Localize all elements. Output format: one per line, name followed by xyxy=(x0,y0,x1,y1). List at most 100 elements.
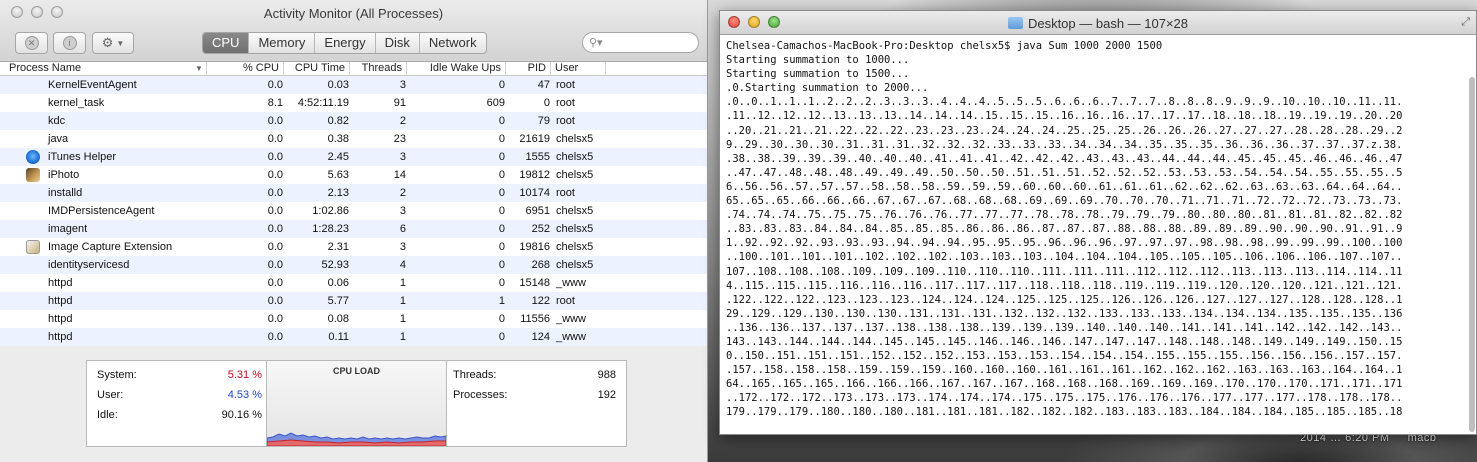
cell-threads: 1 xyxy=(399,295,406,307)
cell-user: chelsx5 xyxy=(556,151,594,163)
stat-threads-label: Threads: xyxy=(453,369,497,381)
column-pid[interactable]: PID xyxy=(506,62,551,76)
cell-pid: 122 xyxy=(531,295,550,307)
cell-pid: 124 xyxy=(531,331,550,343)
column-threads[interactable]: Threads xyxy=(350,62,407,76)
table-row[interactable]: httpd 0.0 0.06 1 0 15148 _www xyxy=(0,274,707,292)
table-row[interactable]: kernel_task 8.1 4:52:11.19 91 609 0 root xyxy=(0,94,707,112)
terminal-output[interactable]: Chelsea-Camachos-MacBook-Pro:Desktop che… xyxy=(726,39,1468,434)
stat-user: User: 4.53 % xyxy=(97,386,262,404)
activity-monitor-window: Activity Monitor (All Processes) ✕ i ⚙ ▼ … xyxy=(0,0,708,462)
table-row[interactable]: IMDPersistenceAgent 0.0 1:02.86 3 0 6951 chels… xyxy=(0,202,707,220)
cell-process-name: kdc xyxy=(48,115,66,127)
cell-process-name: installd xyxy=(48,187,83,199)
cell-process-name: iPhoto xyxy=(48,169,80,181)
table-row[interactable]: iTunes Helper 0.0 2.45 3 0 1555 chelsx5 xyxy=(0,148,707,166)
chevron-down-icon: ▼ xyxy=(116,38,125,48)
scrollbar-thumb[interactable] xyxy=(1469,77,1475,432)
cell-process-name: Image Capture Extension xyxy=(48,241,173,253)
cell-cpu-percent: 0.0 xyxy=(267,169,283,181)
stat-user-value: 4.53 % xyxy=(227,389,262,401)
cell-cpu-time: 2.31 xyxy=(327,241,349,253)
cell-cpu-percent: 0.0 xyxy=(267,79,283,91)
terminal-line: ..47..47..48..48..48..49..49..49..50..50… xyxy=(726,166,1403,179)
table-row[interactable]: httpd 0.0 5.77 1 1 122 root xyxy=(0,292,707,310)
search-input[interactable] xyxy=(605,36,690,49)
cpu-stats-box: System: 5.31 % User: 4.53 % Idle: 90.16 … xyxy=(86,360,627,447)
terminal-line: ..100..101..101..101..102..102..102..103… xyxy=(726,251,1403,264)
table-row[interactable]: installd 0.0 2.13 2 0 10174 root xyxy=(0,184,707,202)
stat-processes: Processes: 192 xyxy=(453,386,616,404)
column-user[interactable]: User xyxy=(551,62,606,76)
folder-icon xyxy=(1007,17,1023,29)
cell-threads: 3 xyxy=(399,79,406,91)
search-field[interactable]: ⚲▾ xyxy=(582,32,699,53)
cell-cpu-percent: 0.0 xyxy=(267,133,283,145)
cpu-load-chart xyxy=(267,432,446,446)
terminal-line: 6..56..56..57..57..57..58..58..58..59..5… xyxy=(726,180,1403,193)
cell-idle-wake-ups: 0 xyxy=(498,169,505,181)
cell-cpu-time: 5.63 xyxy=(327,169,349,181)
cell-cpu-time: 4:52:11.19 xyxy=(297,97,349,109)
tab-memory[interactable]: Memory xyxy=(248,33,314,53)
cell-threads: 2 xyxy=(399,115,406,127)
terminal-scrollbar[interactable] xyxy=(1468,38,1475,432)
cell-idle-wake-ups: 0 xyxy=(498,79,505,91)
imagecap-app-icon xyxy=(26,240,40,254)
table-row[interactable]: httpd 0.0 0.08 1 0 11556 _www xyxy=(0,310,707,328)
itunes-app-icon xyxy=(26,150,40,164)
table-row[interactable]: imagent 0.0 1:28.23 6 0 252 chelsx5 xyxy=(0,220,707,238)
cell-cpu-time: 2.13 xyxy=(327,187,349,199)
column-process-name[interactable]: Process Name ▼ xyxy=(5,62,207,76)
terminal-line: 9..29..30..30..30..31..31..31..32..32..3… xyxy=(726,138,1403,151)
view-tabs: CPU Memory Energy Disk Network xyxy=(202,32,487,54)
table-row[interactable]: Image Capture Extension 0.0 2.31 3 0 19816 che… xyxy=(0,238,707,256)
table-row[interactable]: java 0.0 0.38 23 0 21619 chelsx5 xyxy=(0,130,707,148)
terminal-titlebar: Desktop — bash — 107×28 ⤢ xyxy=(720,11,1476,35)
cell-user: chelsx5 xyxy=(556,169,594,181)
cell-pid: 6951 xyxy=(525,205,550,217)
terminal-line: ..172..172..172..173..173..173..174..174… xyxy=(726,392,1403,405)
cell-idle-wake-ups: 0 xyxy=(498,115,505,127)
cell-cpu-percent: 0.0 xyxy=(267,187,283,199)
cell-idle-wake-ups: 0 xyxy=(498,205,505,217)
terminal-line: .11..12..12..12..13..13..13..14..14..14.… xyxy=(726,110,1403,123)
inspect-process-button[interactable]: i xyxy=(53,32,86,54)
table-row[interactable]: identityservicesd 0.0 52.93 4 0 268 chelsx5 xyxy=(0,256,707,274)
stat-threads-value: 988 xyxy=(597,369,616,381)
stat-user-label: User: xyxy=(97,389,124,401)
cell-idle-wake-ups: 0 xyxy=(498,259,505,271)
table-row[interactable]: KernelEventAgent 0.0 0.03 3 0 47 root xyxy=(0,76,707,94)
column-cpu-percent[interactable]: % CPU xyxy=(207,62,284,76)
quit-process-button[interactable]: ✕ xyxy=(15,32,48,54)
tab-network[interactable]: Network xyxy=(418,33,486,53)
tab-cpu[interactable]: CPU xyxy=(203,33,249,53)
action-menu-button[interactable]: ⚙ ▼ xyxy=(92,32,134,54)
table-row[interactable]: httpd 0.0 0.11 1 0 124 _www xyxy=(0,328,707,346)
terminal-line: Chelsea-Camachos-MacBook-Pro:Desktop che… xyxy=(726,40,1163,52)
tab-energy[interactable]: Energy xyxy=(314,33,374,53)
cell-threads: 14 xyxy=(393,169,406,181)
terminal-line: .122..122..122..123..123..123..124..124.… xyxy=(726,293,1403,306)
cell-user: chelsx5 xyxy=(556,133,594,145)
cell-user: chelsx5 xyxy=(556,223,594,235)
stat-processes-label: Processes: xyxy=(453,389,508,401)
fullscreen-icon[interactable]: ⤢ xyxy=(1461,16,1470,29)
terminal-line: 4..115..115..115..116..116..116..117..11… xyxy=(726,279,1403,292)
table-row[interactable]: iPhoto 0.0 5.63 14 0 19812 chelsx5 xyxy=(0,166,707,184)
column-idle-wake-ups[interactable]: Idle Wake Ups xyxy=(407,62,506,76)
cell-cpu-percent: 0.0 xyxy=(267,241,283,253)
cell-user: _www xyxy=(556,313,586,325)
cell-idle-wake-ups: 0 xyxy=(498,277,505,289)
cell-cpu-time: 2.45 xyxy=(327,151,349,163)
terminal-line: 64..165..165..165..166..166..166..167..1… xyxy=(726,378,1403,391)
cell-pid: 19816 xyxy=(519,241,550,253)
cell-cpu-percent: 0.0 xyxy=(267,115,283,127)
table-row[interactable]: kdc 0.0 0.82 2 0 79 root xyxy=(0,112,707,130)
tab-disk[interactable]: Disk xyxy=(374,33,419,53)
terminal-line: 179..179..179..180..180..180..181..181..… xyxy=(726,406,1403,419)
cell-process-name: java xyxy=(48,133,69,145)
column-cpu-time[interactable]: CPU Time xyxy=(284,62,350,76)
cell-pid: 1555 xyxy=(525,151,550,163)
cell-threads: 1 xyxy=(399,277,406,289)
